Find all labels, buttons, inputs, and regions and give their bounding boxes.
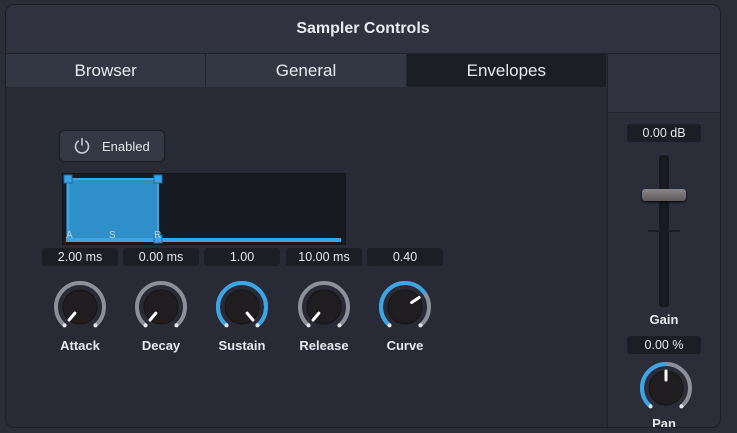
knob-max-dot [174, 323, 179, 328]
decay-handle[interactable] [153, 174, 163, 184]
enabled-label: Enabled [102, 138, 150, 154]
knob-body [387, 289, 423, 325]
mixer-panel: 0.00 dB Gain 0.00 % Pan [607, 54, 720, 427]
sustain-value[interactable]: 1.00 [204, 248, 280, 266]
tab-envelopes[interactable]: Envelopes [406, 54, 606, 87]
envelopes-panel: Enabled A S R 2.00 ms 0.00 ms 1.00 10.00… [6, 87, 606, 427]
attack-marker: A [66, 230, 73, 241]
tab-general[interactable]: General [206, 54, 407, 87]
knob-min-dot [62, 323, 67, 328]
sampler-window: Sampler Controls Browser General Envelop… [6, 5, 720, 427]
enabled-toggle-button[interactable]: Enabled [59, 130, 165, 162]
knob-min-dot [224, 323, 229, 328]
tab-bar: Browser General Envelopes [6, 54, 606, 87]
decay-value[interactable]: 0.00 ms [123, 248, 199, 266]
sustain-label: Sustain [218, 338, 266, 353]
gain-value[interactable]: 0.00 dB [627, 124, 701, 142]
release-label: Release [299, 338, 349, 353]
decay-knob[interactable] [133, 279, 189, 335]
knob-max-dot [679, 404, 684, 409]
knob-min-dot [648, 404, 653, 409]
knob-max-dot [255, 323, 260, 328]
knob-min-dot [387, 323, 392, 328]
curve-value[interactable]: 0.40 [367, 248, 443, 266]
sustain-knob[interactable] [214, 279, 270, 335]
attack-value[interactable]: 2.00 ms [42, 248, 118, 266]
tab-browser[interactable]: Browser [6, 54, 207, 87]
gain-slider-thumb[interactable] [642, 189, 686, 201]
window-title: Sampler Controls [6, 5, 720, 54]
knob-min-dot [306, 323, 311, 328]
knob-max-dot [337, 323, 342, 328]
curve-knob[interactable] [377, 279, 433, 335]
power-icon [74, 137, 90, 154]
curve-label: Curve [386, 338, 424, 353]
mixer-header [608, 54, 720, 113]
gain-label: Gain [649, 312, 679, 327]
pan-value[interactable]: 0.00 % [627, 336, 701, 354]
pan-knob[interactable] [638, 360, 694, 416]
envelope-graph [63, 174, 341, 244]
release-marker: R [154, 230, 162, 241]
attack-knob[interactable] [52, 279, 108, 335]
sustain-marker: S [109, 230, 116, 241]
release-knob[interactable] [296, 279, 352, 335]
pan-label: Pan [652, 416, 676, 427]
release-value[interactable]: 10.00 ms [286, 248, 362, 266]
envelope-display[interactable]: A S R [62, 173, 346, 245]
attack-label: Attack [60, 338, 100, 353]
gain-slider-center-mark [648, 230, 680, 232]
knob-min-dot [143, 323, 148, 328]
knob-max-dot [418, 323, 423, 328]
attack-handle[interactable] [63, 174, 73, 184]
decay-label: Decay [141, 338, 181, 353]
knob-max-dot [93, 323, 98, 328]
